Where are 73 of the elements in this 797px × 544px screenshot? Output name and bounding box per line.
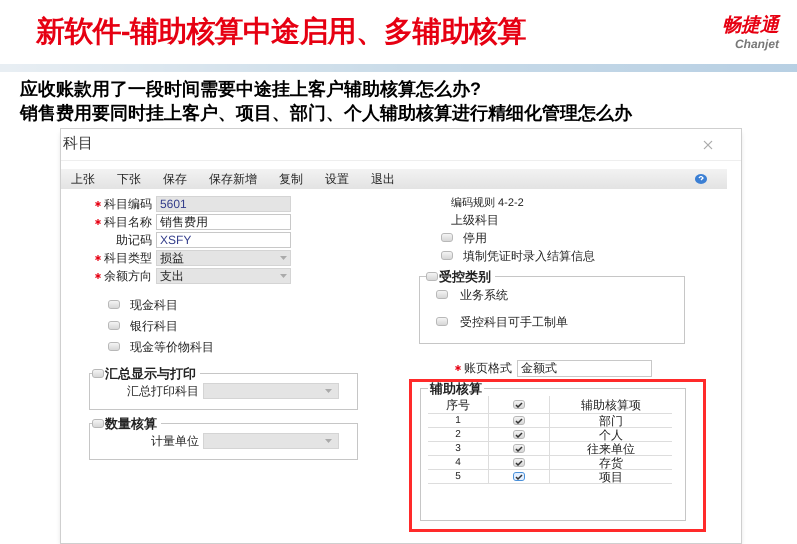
- dropdown-icon: [280, 256, 287, 260]
- checkbox[interactable]: [513, 430, 525, 439]
- field-label: 科目编码: [104, 196, 152, 213]
- input-field[interactable]: XSFY: [156, 232, 291, 248]
- help-icon[interactable]: [695, 174, 707, 184]
- question-text: 应收账款用了一段时间需要中途挂上客户辅助核算怎么办?: [20, 78, 482, 100]
- field-label: 余额方向: [104, 268, 152, 285]
- input-field[interactable]: 金额式: [517, 360, 652, 376]
- code-rule: 编码规则 4-2-2: [451, 196, 525, 211]
- table-cell-text: 2: [454, 428, 462, 442]
- checkbox[interactable]: [426, 272, 438, 281]
- field-label: 计量单位: [151, 433, 199, 450]
- select-field[interactable]: [203, 383, 339, 399]
- checkbox[interactable]: [92, 369, 104, 378]
- group-title: 辅助核算: [428, 382, 483, 395]
- checkbox[interactable]: [108, 342, 120, 351]
- field-label: 助记码: [116, 232, 152, 249]
- checkbox[interactable]: [436, 317, 448, 326]
- toolbar-button[interactable]: 下张: [117, 173, 141, 185]
- field-label: 上级科目: [451, 212, 500, 229]
- checkbox-label: 填制凭证时录入结算信息: [463, 248, 595, 264]
- input-field[interactable]: 销售费用: [156, 214, 291, 230]
- checkbox[interactable]: [513, 416, 525, 425]
- logo-name: 畅捷通: [722, 14, 779, 38]
- toolbar-button[interactable]: 设置: [325, 173, 349, 185]
- checkbox[interactable]: [513, 444, 525, 453]
- field-label: 账页格式: [464, 360, 512, 377]
- toolbar-button[interactable]: 上张: [71, 173, 95, 185]
- slide-title: 新软件-辅助核算中途启用、多辅助核算: [36, 18, 526, 47]
- logo-latin: Chanjet: [734, 38, 779, 50]
- table-cell-text: 存货: [598, 456, 624, 468]
- checkbox[interactable]: [92, 419, 104, 428]
- field-label: 汇总打印科目: [127, 383, 199, 400]
- checkbox-label: 受控科目可手工制单: [460, 314, 568, 330]
- toolbar-button[interactable]: 保存新增: [209, 173, 257, 185]
- checkbox[interactable]: [513, 472, 525, 481]
- dialog-title: 科目: [63, 134, 93, 154]
- checkbox-label: 现金科目: [130, 296, 178, 314]
- group-title: 汇总显示与打印: [105, 367, 196, 380]
- table-cell-text: 3: [454, 442, 462, 456]
- select-field[interactable]: [203, 433, 339, 449]
- table-cell-text: 往来单位: [586, 442, 636, 454]
- checkbox-label: 业务系统: [460, 286, 508, 304]
- dropdown-icon: [325, 389, 332, 393]
- close-icon[interactable]: [703, 140, 713, 150]
- checkbox[interactable]: [108, 321, 120, 330]
- table-cell-text: 项目: [598, 470, 624, 482]
- checkbox[interactable]: [436, 290, 448, 299]
- checkbox[interactable]: [513, 400, 525, 409]
- checkbox-label: 现金等价物科目: [130, 338, 214, 356]
- table-cell-text: 部门: [598, 414, 624, 426]
- table-cell-text: 个人: [598, 428, 624, 440]
- toolbar-button[interactable]: 复制: [279, 173, 303, 185]
- field-label: 科目类型: [104, 250, 152, 267]
- toolbar-button[interactable]: 退出: [371, 173, 395, 185]
- checkbox[interactable]: [513, 458, 525, 467]
- checkbox[interactable]: [108, 300, 120, 309]
- group-title: 数量核算: [105, 417, 157, 430]
- question-text: 销售费用要同时挂上客户、项目、部门、个人辅助核算进行精细化管理怎么办: [20, 102, 634, 124]
- table-cell-text: 1: [454, 414, 462, 428]
- toolbar-button[interactable]: 保存: [163, 173, 187, 185]
- column-header: 序号: [445, 396, 471, 414]
- group-title: 受控类别: [439, 270, 491, 283]
- checkbox[interactable]: [441, 233, 453, 242]
- table-cell-text: 5: [454, 470, 462, 484]
- checkbox-label: 停用: [463, 230, 487, 246]
- dropdown-icon: [280, 274, 287, 278]
- field-label: 科目名称: [104, 214, 152, 231]
- checkbox-label: 银行科目: [130, 318, 178, 334]
- dropdown-icon: [325, 439, 332, 443]
- checkbox[interactable]: [441, 251, 453, 260]
- column-header: 辅助核算项: [580, 396, 642, 414]
- table-cell-text: 4: [454, 456, 462, 470]
